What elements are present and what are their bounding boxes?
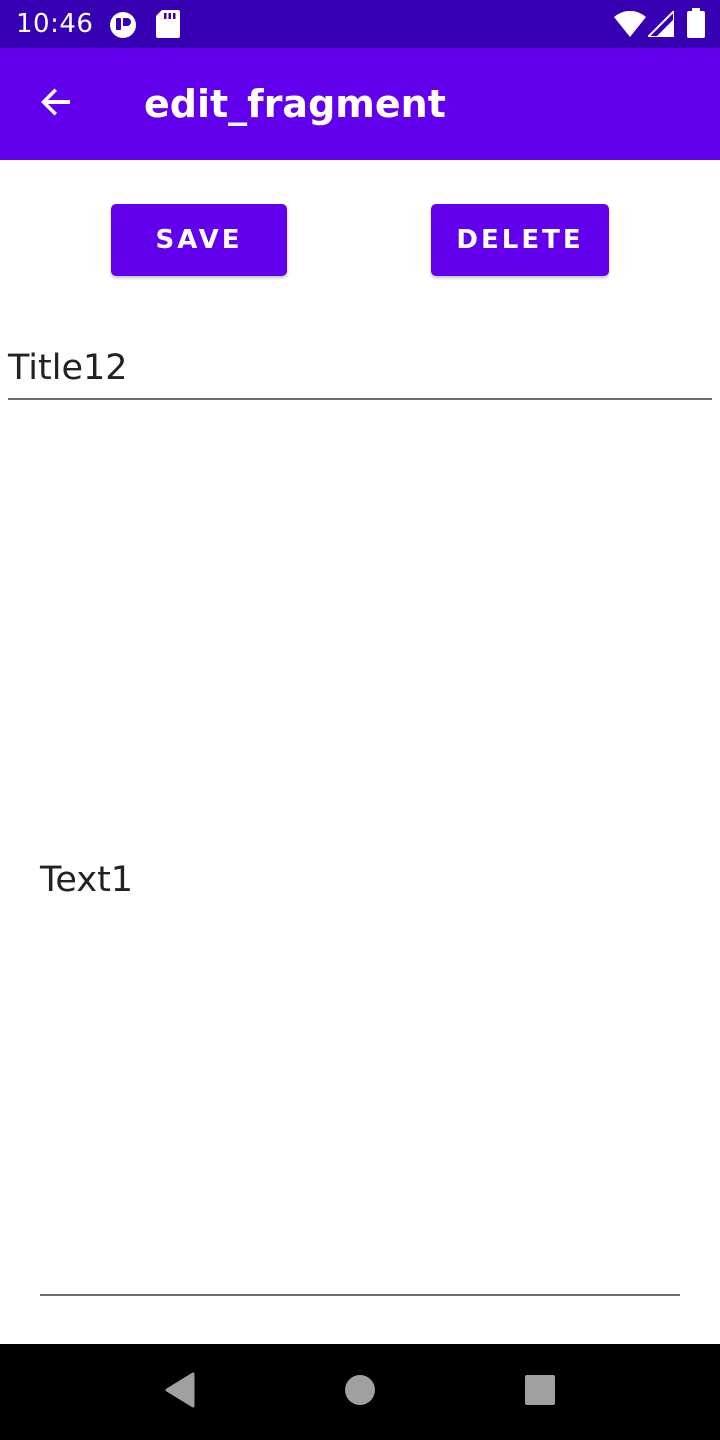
body-text-value: Text1: [40, 860, 134, 900]
notification-app-icon: [108, 10, 138, 45]
cell-signal-icon: [645, 8, 675, 42]
title-input[interactable]: Title12: [8, 340, 712, 400]
nav-recents-button[interactable]: [516, 1368, 564, 1416]
save-button[interactable]: SAVE: [111, 204, 287, 276]
nav-recents-icon: [525, 1374, 555, 1410]
body-text-input[interactable]: Text1: [40, 420, 680, 1296]
battery-icon: [687, 8, 705, 43]
back-button[interactable]: [20, 68, 92, 140]
title-input-value: Title12: [8, 348, 128, 388]
nav-back-icon: [163, 1372, 197, 1413]
edit-screen: 10:46 edit_fragment SAVE DELETE Title12 …: [0, 0, 720, 1440]
sd-card-icon: [156, 10, 180, 43]
wifi-icon: [614, 10, 646, 42]
arrow-back-icon: [38, 84, 74, 125]
nav-back-button[interactable]: [156, 1368, 204, 1416]
app-bar: edit_fragment: [0, 48, 720, 160]
nav-home-button[interactable]: [336, 1368, 384, 1416]
status-bar: 10:46: [0, 0, 720, 48]
nav-home-icon: [344, 1374, 376, 1411]
navigation-bar: [0, 1344, 720, 1440]
status-time: 10:46: [16, 9, 94, 39]
app-bar-title: edit_fragment: [144, 82, 446, 126]
delete-button[interactable]: DELETE: [431, 204, 609, 276]
